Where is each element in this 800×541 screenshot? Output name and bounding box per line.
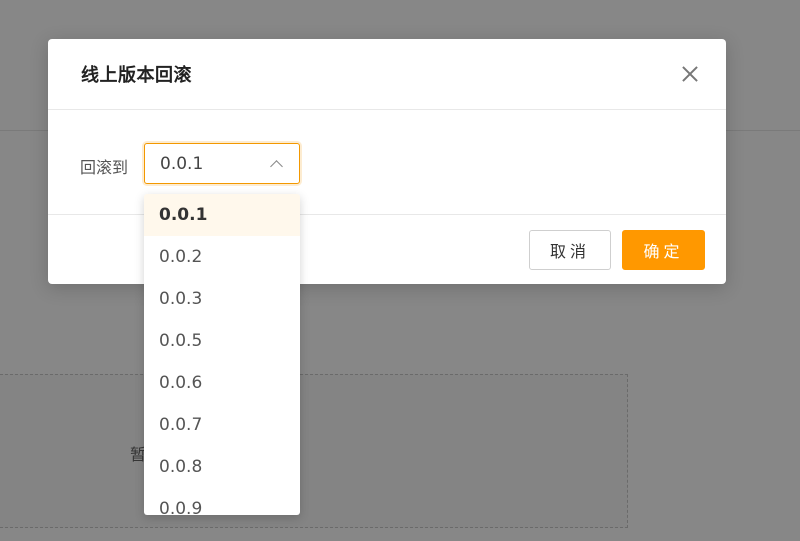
version-option[interactable]: 0.0.3 [144, 278, 300, 320]
confirm-button[interactable]: 确定 [622, 230, 705, 270]
close-icon[interactable] [680, 64, 700, 84]
version-option[interactable]: 0.0.7 [144, 404, 300, 446]
dialog-title: 线上版本回滚 [81, 65, 192, 86]
version-select-value: 0.0.1 [160, 153, 204, 174]
rollback-to-label: 回滚到 [80, 158, 129, 177]
version-select[interactable]: 0.0.1 [144, 143, 300, 184]
version-option[interactable]: 0.0.5 [144, 320, 300, 362]
version-option[interactable]: 0.0.8 [144, 446, 300, 488]
cancel-button[interactable]: 取消 [529, 230, 611, 270]
chevron-up-icon [270, 160, 283, 173]
dialog-header: 线上版本回滚 [48, 39, 726, 110]
version-dropdown: 0.0.1 0.0.2 0.0.3 0.0.5 0.0.6 0.0.7 0.0.… [144, 194, 300, 515]
version-option[interactable]: 0.0.2 [144, 236, 300, 278]
version-option[interactable]: 0.0.9 [144, 488, 300, 515]
version-option[interactable]: 0.0.1 [144, 194, 300, 236]
version-option[interactable]: 0.0.6 [144, 362, 300, 404]
